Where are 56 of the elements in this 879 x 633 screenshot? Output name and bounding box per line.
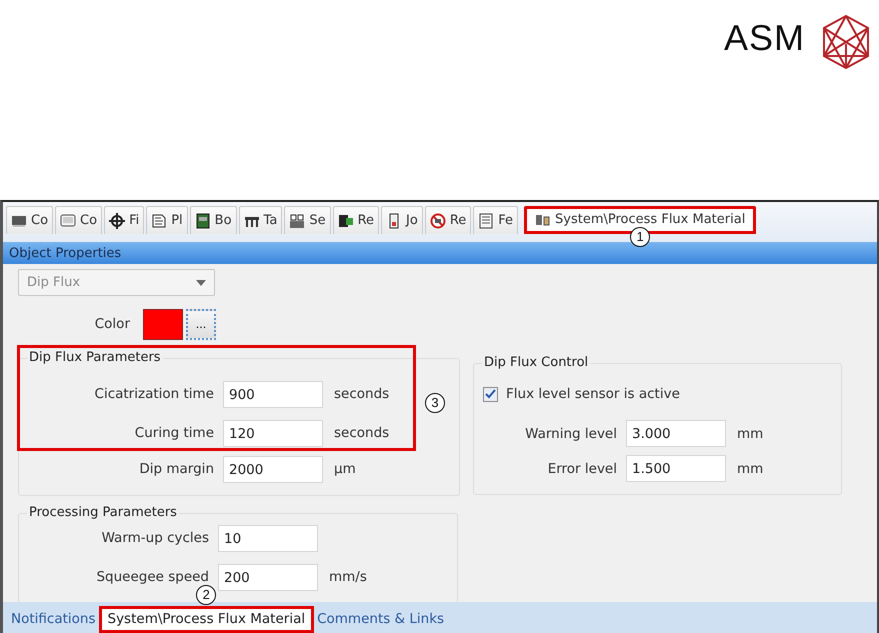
field-label: Error level [546, 460, 617, 479]
crosshair-icon [109, 212, 126, 228]
tab[interactable]: Notifications [8, 606, 98, 633]
checkbox[interactable] [483, 386, 498, 402]
tab[interactable]: Pl [146, 206, 188, 234]
field-label: Dip margin [138, 460, 214, 480]
input-field[interactable]: 10 [218, 525, 318, 552]
tab[interactable]: Se [284, 206, 331, 234]
tab[interactable]: Co [6, 206, 54, 234]
tab[interactable]: Fe [473, 206, 518, 234]
tab[interactable]: System\Process Flux Material [98, 606, 314, 633]
input-field[interactable]: 3.000 [626, 420, 726, 448]
module-icon [338, 212, 354, 228]
group-title: Dip Flux Parameters [27, 350, 163, 366]
unit-label: mm [737, 460, 764, 479]
checkbox-label: Flux level sensor is active [506, 385, 680, 404]
field-label: Warm-up cycles [100, 529, 209, 548]
group-title: Processing Parameters [27, 505, 179, 521]
tab[interactable]: Ta [238, 206, 282, 234]
input-field[interactable]: 120 [223, 420, 323, 447]
panel-title: Object Properties [9, 246, 122, 261]
group-title: Dip Flux Control [482, 355, 590, 371]
field-label: Cicatrization time [94, 385, 214, 404]
unit-label: mm [737, 424, 764, 444]
machine-icon [535, 212, 552, 228]
rack-icon [289, 212, 306, 228]
input-field[interactable]: 200 [218, 564, 318, 591]
tab[interactable]: Fi [104, 206, 144, 234]
input-field[interactable]: 900 [223, 381, 323, 408]
unit-label: seconds [334, 385, 390, 404]
card-icon [60, 212, 76, 228]
prohibited-icon [430, 212, 446, 228]
document-icon [478, 212, 494, 228]
callout-number: 3 [425, 393, 445, 413]
unit-label: seconds [334, 424, 390, 444]
tab[interactable]: Re [424, 206, 472, 234]
field-label: Squeegee speed [95, 568, 209, 588]
tab[interactable]: Comments & Links [314, 606, 448, 633]
input-field[interactable]: 2000 [223, 456, 323, 483]
browse-button[interactable]: ... [186, 309, 216, 340]
tab[interactable]: Re [332, 206, 380, 234]
board-icon [194, 212, 211, 228]
caret-icon [196, 280, 206, 286]
color-label: Color [94, 315, 130, 334]
polyhedron-icon [821, 14, 871, 70]
input-field[interactable]: 1.500 [626, 455, 726, 482]
tab[interactable]: Co [55, 206, 102, 234]
stencil-icon [151, 212, 168, 228]
tab[interactable]: Jo [381, 206, 423, 234]
unit-label: mm/s [329, 568, 367, 588]
logo-text: ASM [724, 20, 805, 56]
tab[interactable]: Bo [190, 206, 237, 234]
unit-label: µm [334, 460, 356, 480]
color-swatch[interactable] [143, 309, 183, 340]
field-label: Curing time [134, 424, 214, 444]
field-label: Warning level [524, 424, 617, 444]
